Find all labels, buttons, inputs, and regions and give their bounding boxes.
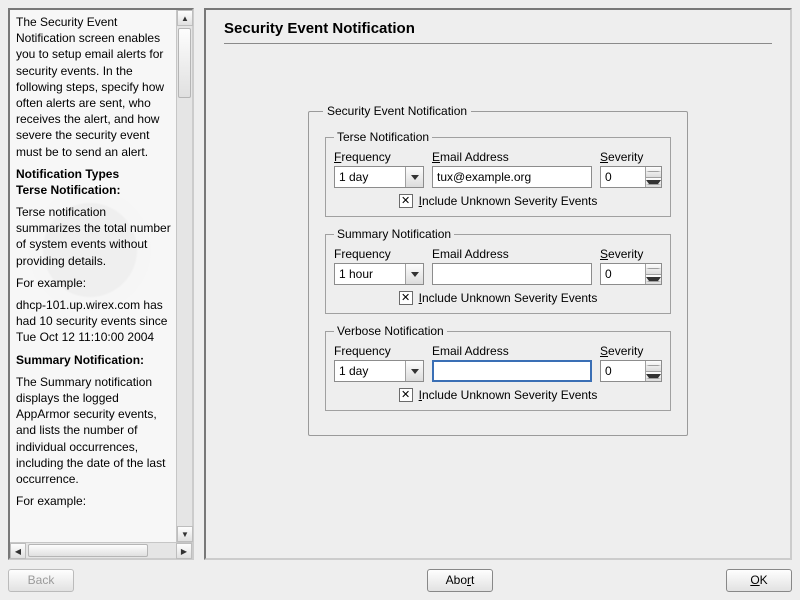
summary-include-unknown-checkbox[interactable]: ✕	[399, 291, 413, 305]
summary-legend: Summary Notification	[334, 227, 454, 241]
chevron-down-icon[interactable]	[405, 264, 423, 284]
abort-button[interactable]: Abort	[427, 569, 493, 592]
verbose-frequency-select[interactable]: 1 day	[334, 360, 424, 382]
verbose-legend: Verbose Notification	[334, 324, 447, 338]
summary-frequency-label: Frequency	[334, 247, 424, 261]
summary-notification-group: Summary Notification Frequency 1 hour Em…	[325, 227, 671, 314]
chevron-down-icon[interactable]	[405, 167, 423, 187]
chevron-down-icon[interactable]	[405, 361, 423, 381]
security-event-notification-group: Security Event Notification Terse Notifi…	[308, 104, 688, 436]
verbose-email-input[interactable]	[432, 360, 592, 382]
wizard-button-bar: Back Abort OK	[8, 560, 792, 592]
spin-down-icon[interactable]	[646, 275, 661, 285]
terse-email-label: Email Address	[432, 150, 592, 164]
scroll-thumb[interactable]	[178, 28, 191, 98]
summary-include-unknown-label: Include Unknown Severity Events	[419, 291, 598, 305]
verbose-include-unknown-checkbox[interactable]: ✕	[399, 388, 413, 402]
help-horizontal-scrollbar[interactable]: ◀ ▶	[10, 542, 192, 558]
scroll-left-icon[interactable]: ◀	[10, 543, 26, 559]
summary-severity-label: Severity	[600, 247, 662, 261]
verbose-severity-spinner[interactable]: 0	[600, 360, 662, 382]
terse-frequency-label: Frequency	[334, 150, 424, 164]
summary-email-input[interactable]	[432, 263, 592, 285]
terse-email-input[interactable]	[432, 166, 592, 188]
back-button: Back	[8, 569, 74, 592]
spin-up-icon[interactable]	[646, 167, 661, 178]
group-legend: Security Event Notification	[323, 104, 471, 118]
summary-email-label: Email Address	[432, 247, 592, 261]
scroll-right-icon[interactable]: ▶	[176, 543, 192, 559]
verbose-severity-label: Severity	[600, 344, 662, 358]
scroll-thumb[interactable]	[28, 544, 148, 557]
spin-up-icon[interactable]	[646, 264, 661, 275]
terse-include-unknown-checkbox[interactable]: ✕	[399, 194, 413, 208]
terse-notification-group: Terse Notification Frequency 1 day Email…	[325, 130, 671, 217]
terse-legend: Terse Notification	[334, 130, 432, 144]
ok-button[interactable]: OK	[726, 569, 792, 592]
terse-include-unknown-label: Include Unknown Severity Events	[419, 194, 598, 208]
help-vertical-scrollbar[interactable]: ▲ ▼	[176, 10, 192, 542]
spin-up-icon[interactable]	[646, 361, 661, 372]
spin-down-icon[interactable]	[646, 178, 661, 188]
terse-frequency-select[interactable]: 1 day	[334, 166, 424, 188]
page-title: Security Event Notification	[224, 20, 772, 44]
help-pane: The Security Event Notification screen e…	[8, 8, 194, 560]
scroll-up-icon[interactable]: ▲	[177, 10, 193, 26]
verbose-email-label: Email Address	[432, 344, 592, 358]
summary-severity-spinner[interactable]: 0	[600, 263, 662, 285]
verbose-notification-group: Verbose Notification Frequency 1 day Ema…	[325, 324, 671, 411]
terse-severity-spinner[interactable]: 0	[600, 166, 662, 188]
main-pane: Security Event Notification Security Eve…	[204, 8, 792, 560]
scroll-down-icon[interactable]: ▼	[177, 526, 193, 542]
verbose-frequency-label: Frequency	[334, 344, 424, 358]
spin-down-icon[interactable]	[646, 372, 661, 382]
summary-frequency-select[interactable]: 1 hour	[334, 263, 424, 285]
verbose-include-unknown-label: Include Unknown Severity Events	[419, 388, 598, 402]
help-text: The Security Event Notification screen e…	[10, 10, 192, 542]
terse-severity-label: Severity	[600, 150, 662, 164]
